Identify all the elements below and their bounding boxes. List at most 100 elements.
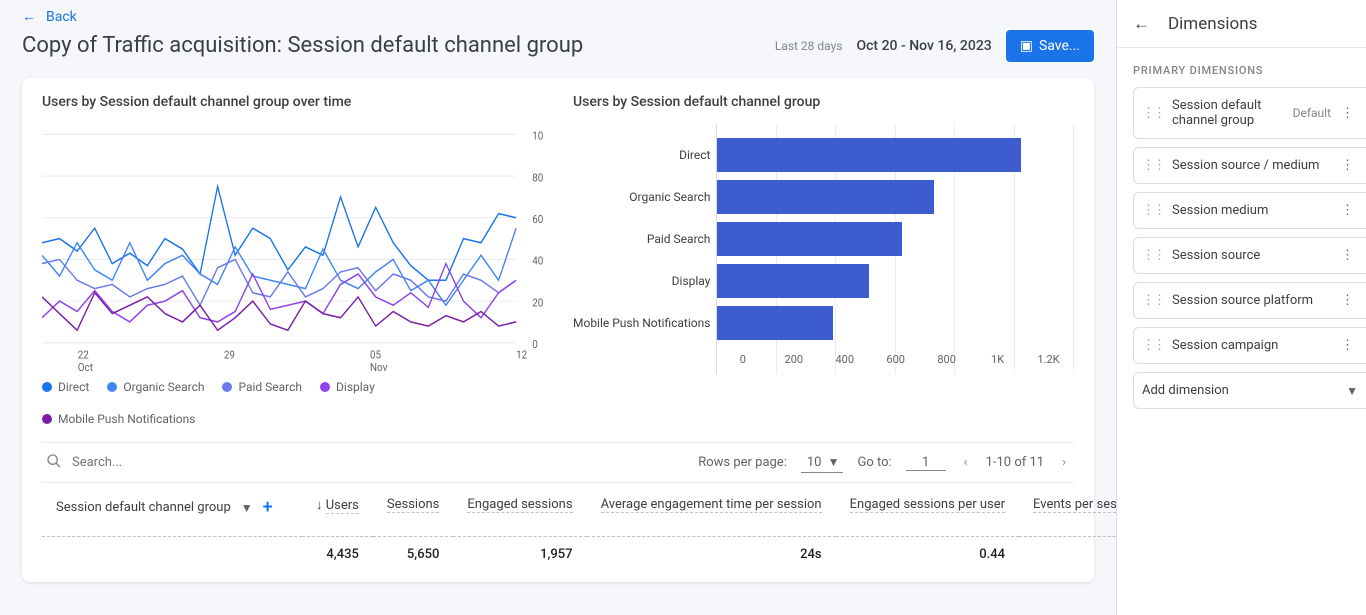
- column-header[interactable]: Sessions: [373, 487, 454, 537]
- bar-category-label: Direct: [573, 148, 710, 162]
- drag-handle-icon[interactable]: ⋮⋮: [1142, 106, 1164, 121]
- dimension-label: Session default channel group: [1172, 98, 1293, 128]
- bar-category-label: Paid Search: [573, 232, 710, 246]
- svg-text:0: 0: [532, 337, 538, 351]
- dimension-select[interactable]: Session default channel group: [56, 500, 231, 515]
- svg-text:Nov: Nov: [370, 360, 387, 374]
- column-header[interactable]: Engaged sessions: [453, 487, 586, 537]
- panel-title: Dimensions: [1168, 14, 1257, 34]
- bar-chart-area: 02004006008001K1.2K: [716, 124, 1074, 374]
- more-icon[interactable]: ⋮: [1337, 338, 1358, 353]
- legend-dot-icon: [222, 382, 232, 392]
- line-chart-svg: 02040 6080100 22Oct2905Nov12: [42, 124, 543, 374]
- legend-item[interactable]: Organic Search: [107, 380, 204, 394]
- drag-handle-icon[interactable]: ⋮⋮: [1142, 338, 1164, 353]
- bar-category-label: Display: [573, 274, 710, 288]
- drag-handle-icon[interactable]: ⋮⋮: [1142, 248, 1164, 263]
- more-icon[interactable]: ⋮: [1337, 293, 1358, 308]
- bar[interactable]: [717, 222, 901, 256]
- bar[interactable]: [717, 138, 1020, 172]
- dimension-row[interactable]: ⋮⋮ Session default channel group Default…: [1133, 87, 1366, 139]
- chevron-down-icon[interactable]: ▼: [241, 501, 253, 515]
- legend-dot-icon: [42, 382, 52, 392]
- svg-text:Oct: Oct: [78, 360, 94, 374]
- svg-text:29: 29: [224, 348, 235, 362]
- pagination: Rows per page: 10 ▼ Go to: 1 ‹ 1-10 of 1…: [698, 451, 1070, 474]
- dimension-row[interactable]: ⋮⋮ Session source ⋮: [1133, 237, 1366, 274]
- panel-back-button[interactable]: ←: [1133, 14, 1150, 34]
- back-label: Back: [46, 9, 77, 25]
- drag-handle-icon[interactable]: ⋮⋮: [1142, 203, 1164, 218]
- more-icon[interactable]: ⋮: [1337, 158, 1358, 173]
- line-chart-legend: Direct Organic Search Paid Search Display Mo…: [42, 374, 543, 426]
- line-chart-title: Users by Session default channel group o…: [42, 94, 543, 110]
- dimension-label: Session source platform: [1172, 293, 1337, 308]
- top-bar: ← Back Copy of Traffic acquisition: Sess…: [0, 0, 1116, 78]
- table-controls: Rows per page: 10 ▼ Go to: 1 ‹ 1-10 of 1…: [42, 442, 1074, 483]
- svg-text:20: 20: [532, 296, 543, 310]
- arrow-left-icon: ←: [22, 8, 36, 25]
- date-range[interactable]: Oct 20 - Nov 16, 2023: [856, 38, 991, 54]
- bar-category-label: Organic Search: [573, 190, 710, 204]
- bar[interactable]: [717, 180, 934, 214]
- totals-cell: 0.44: [836, 537, 1019, 573]
- bar-chart: Users by Session default channel group D…: [573, 94, 1074, 426]
- goto-label: Go to:: [857, 455, 891, 470]
- rows-per-page-label: Rows per page:: [698, 455, 787, 470]
- svg-text:40: 40: [532, 254, 543, 268]
- dimension-row[interactable]: ⋮⋮ Session medium ⋮: [1133, 192, 1366, 229]
- line-chart: Users by Session default channel group o…: [42, 94, 543, 426]
- bar-category-label: Mobile Push Notifications: [573, 316, 710, 330]
- page-range-label: 1-10 of 11: [986, 455, 1045, 470]
- svg-text:12: 12: [516, 348, 527, 362]
- svg-text:100: 100: [532, 129, 543, 143]
- column-header[interactable]: Events per session: [1019, 487, 1116, 537]
- search-input[interactable]: [70, 454, 270, 471]
- dimension-label: Session source: [1172, 248, 1337, 263]
- dimension-row[interactable]: ⋮⋮ Session source / medium ⋮: [1133, 147, 1366, 184]
- add-dimension-row[interactable]: Add dimension ▼: [1133, 372, 1366, 409]
- bar[interactable]: [717, 264, 869, 298]
- legend-item[interactable]: Direct: [42, 380, 89, 394]
- svg-text:80: 80: [532, 171, 543, 185]
- legend-item[interactable]: Mobile Push Notifications: [42, 412, 195, 426]
- date-sub-label: Last 28 days: [775, 39, 843, 53]
- more-icon[interactable]: ⋮: [1337, 203, 1358, 218]
- report-card: Users by Session default channel group o…: [22, 78, 1094, 582]
- legend-item[interactable]: Paid Search: [222, 380, 302, 394]
- panel-section-label: PRIMARY DIMENSIONS: [1133, 64, 1366, 77]
- legend-item[interactable]: Display: [320, 380, 375, 394]
- save-icon: ▣: [1020, 38, 1033, 54]
- prev-page-button[interactable]: ‹: [960, 451, 972, 474]
- back-link[interactable]: ← Back: [22, 8, 583, 25]
- column-header[interactable]: ↓ Users: [302, 487, 373, 537]
- dimension-row[interactable]: ⋮⋮ Session campaign ⋮: [1133, 327, 1366, 364]
- main-content: ← Back Copy of Traffic acquisition: Sess…: [0, 0, 1116, 615]
- save-button[interactable]: ▣ Save...: [1006, 30, 1094, 62]
- more-icon[interactable]: ⋮: [1337, 106, 1358, 121]
- more-icon[interactable]: ⋮: [1337, 248, 1358, 263]
- bar[interactable]: [717, 306, 833, 340]
- totals-cell: 1,957: [453, 537, 586, 573]
- goto-input[interactable]: 1: [906, 455, 946, 471]
- totals-label: [42, 537, 302, 573]
- legend-dot-icon: [42, 414, 52, 424]
- drag-handle-icon[interactable]: ⋮⋮: [1142, 158, 1164, 173]
- drag-handle-icon[interactable]: ⋮⋮: [1142, 293, 1164, 308]
- data-table: Session default channel group ▼ + ↓ User…: [42, 487, 1116, 572]
- column-header[interactable]: Average engagement time per session: [587, 487, 836, 537]
- column-header[interactable]: Engaged sessions per user: [836, 487, 1019, 537]
- dimension-row[interactable]: ⋮⋮ Session source platform ⋮: [1133, 282, 1366, 319]
- rows-per-page-select[interactable]: 10 ▼: [801, 453, 844, 473]
- totals-cell: 5,650: [373, 537, 454, 573]
- chevron-down-icon: ▼: [828, 455, 840, 469]
- dimension-label: Session medium: [1172, 203, 1337, 218]
- dimension-label: Session source / medium: [1172, 158, 1337, 173]
- bar-chart-title: Users by Session default channel group: [573, 94, 1074, 110]
- default-tag: Default: [1293, 106, 1331, 120]
- page-title: Copy of Traffic acquisition: Session def…: [22, 33, 583, 58]
- totals-cell: 4.21: [1019, 537, 1116, 573]
- search-icon: [46, 453, 62, 473]
- next-page-button[interactable]: ›: [1058, 451, 1070, 474]
- add-dimension-button[interactable]: +: [263, 497, 273, 518]
